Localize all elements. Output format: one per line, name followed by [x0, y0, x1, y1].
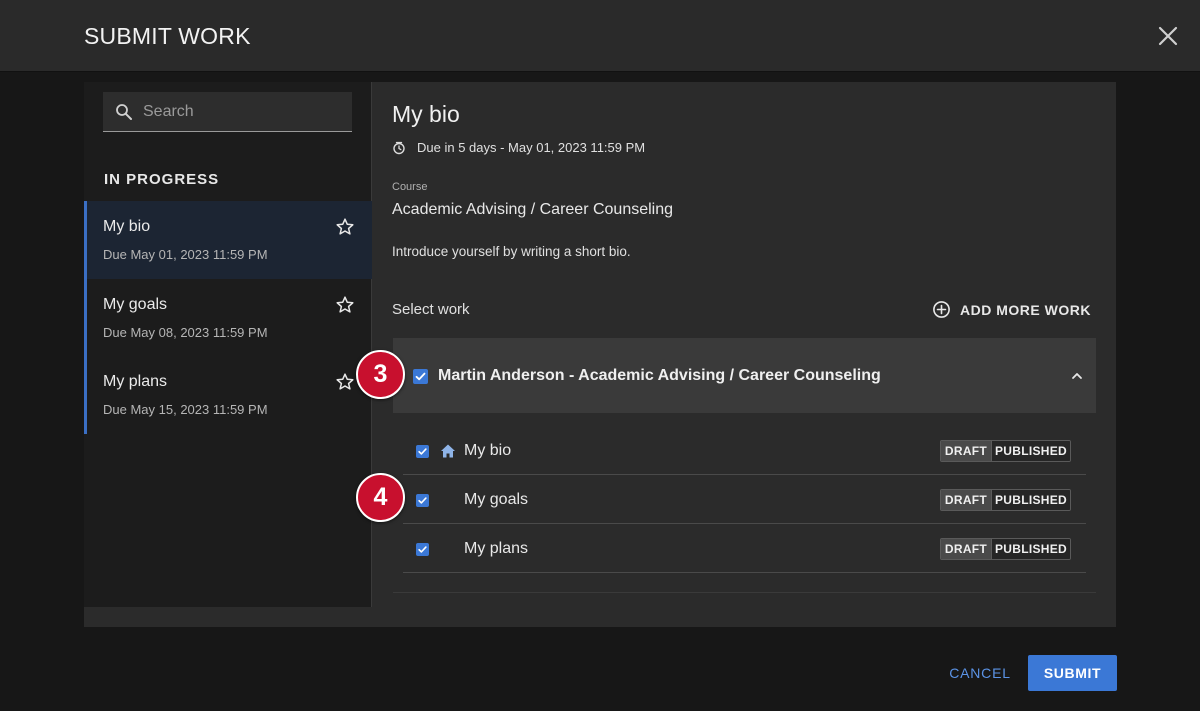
checkmark-icon	[415, 372, 426, 381]
work-row-my-plans: My plans DRAFT PUBLISHED	[403, 524, 1086, 573]
status-toggle: DRAFT PUBLISHED	[940, 538, 1071, 560]
dialog-header: SUBMIT WORK	[0, 0, 1200, 72]
status-toggle: DRAFT PUBLISHED	[940, 440, 1071, 462]
assignment-due: Due May 15, 2023 11:59 PM	[103, 402, 268, 417]
work-row-my-bio: My bio DRAFT PUBLISHED	[403, 426, 1086, 475]
assignment-sidebar: IN PROGRESS My bio Due May 01, 2023 11:5…	[84, 82, 372, 607]
section-label-in-progress: IN PROGRESS	[104, 171, 220, 188]
work-group-header: Martin Anderson - Academic Advising / Ca…	[393, 338, 1096, 413]
published-option[interactable]: PUBLISHED	[992, 441, 1070, 461]
star-icon[interactable]	[335, 295, 355, 315]
divider	[393, 592, 1096, 593]
published-option[interactable]: PUBLISHED	[992, 539, 1070, 559]
course-label: Course	[392, 181, 428, 193]
select-work-label: Select work	[392, 301, 470, 318]
status-toggle: DRAFT PUBLISHED	[940, 489, 1071, 511]
group-checkbox[interactable]	[413, 369, 428, 384]
assignment-item-my-plans[interactable]: My plans Due May 15, 2023 11:59 PM	[84, 356, 372, 434]
add-more-work-label: ADD MORE WORK	[960, 302, 1091, 318]
course-name: Academic Advising / Career Counseling	[392, 201, 674, 218]
submit-button[interactable]: SUBMIT	[1028, 655, 1117, 691]
work-group-title: Martin Anderson - Academic Advising / Ca…	[438, 367, 881, 384]
search-icon	[116, 104, 132, 120]
chevron-up-icon[interactable]	[1069, 368, 1085, 384]
checkmark-icon	[418, 497, 427, 504]
work-name: My goals	[464, 491, 529, 508]
assignment-description: Introduce yourself by writing a short bi…	[392, 244, 631, 259]
cancel-button[interactable]: CANCEL	[940, 655, 1020, 691]
step-badge-3: 3	[356, 350, 405, 399]
assignment-title: My bio	[392, 101, 460, 127]
draft-option[interactable]: DRAFT	[941, 539, 992, 559]
draft-option[interactable]: DRAFT	[941, 490, 992, 510]
home-icon	[441, 444, 455, 458]
work-name: My plans	[464, 540, 529, 557]
add-more-work-button[interactable]: ADD MORE WORK	[932, 299, 1092, 321]
assignment-due: Due May 08, 2023 11:59 PM	[103, 324, 268, 340]
star-icon[interactable]	[335, 217, 355, 237]
due-text: Due in 5 days - May 01, 2023 11:59 PM	[417, 140, 646, 155]
assignment-item-my-bio[interactable]: My bio Due May 01, 2023 11:59 PM	[84, 201, 372, 279]
clock-icon	[393, 141, 405, 155]
assignment-due: Due May 01, 2023 11:59 PM	[103, 247, 268, 262]
assignment-item-my-goals[interactable]: My goals Due May 08, 2023 11:59 PM	[84, 278, 372, 356]
work-row-my-goals: My goals DRAFT PUBLISHED	[403, 475, 1086, 524]
work-checkbox[interactable]	[416, 445, 429, 458]
dialog-title: SUBMIT WORK	[84, 23, 251, 49]
published-option[interactable]: PUBLISHED	[992, 490, 1070, 510]
draft-option[interactable]: DRAFT	[941, 441, 992, 461]
search-input[interactable]	[143, 92, 343, 131]
step-badge-4: 4	[356, 473, 405, 522]
work-checkbox[interactable]	[416, 494, 429, 507]
work-name: My bio	[464, 442, 512, 459]
assignment-name: My bio	[103, 218, 151, 235]
add-circle-icon	[933, 301, 950, 318]
assignment-name: My goals	[103, 295, 168, 313]
checkmark-icon	[418, 546, 427, 553]
star-icon[interactable]	[335, 372, 355, 392]
close-icon[interactable]	[1154, 22, 1182, 50]
search-box[interactable]	[103, 92, 352, 132]
checkmark-icon	[418, 448, 427, 455]
assignment-list: My bio Due May 01, 2023 11:59 PM My goal…	[84, 201, 372, 434]
work-checkbox[interactable]	[416, 543, 429, 556]
assignment-name: My plans	[103, 373, 168, 390]
